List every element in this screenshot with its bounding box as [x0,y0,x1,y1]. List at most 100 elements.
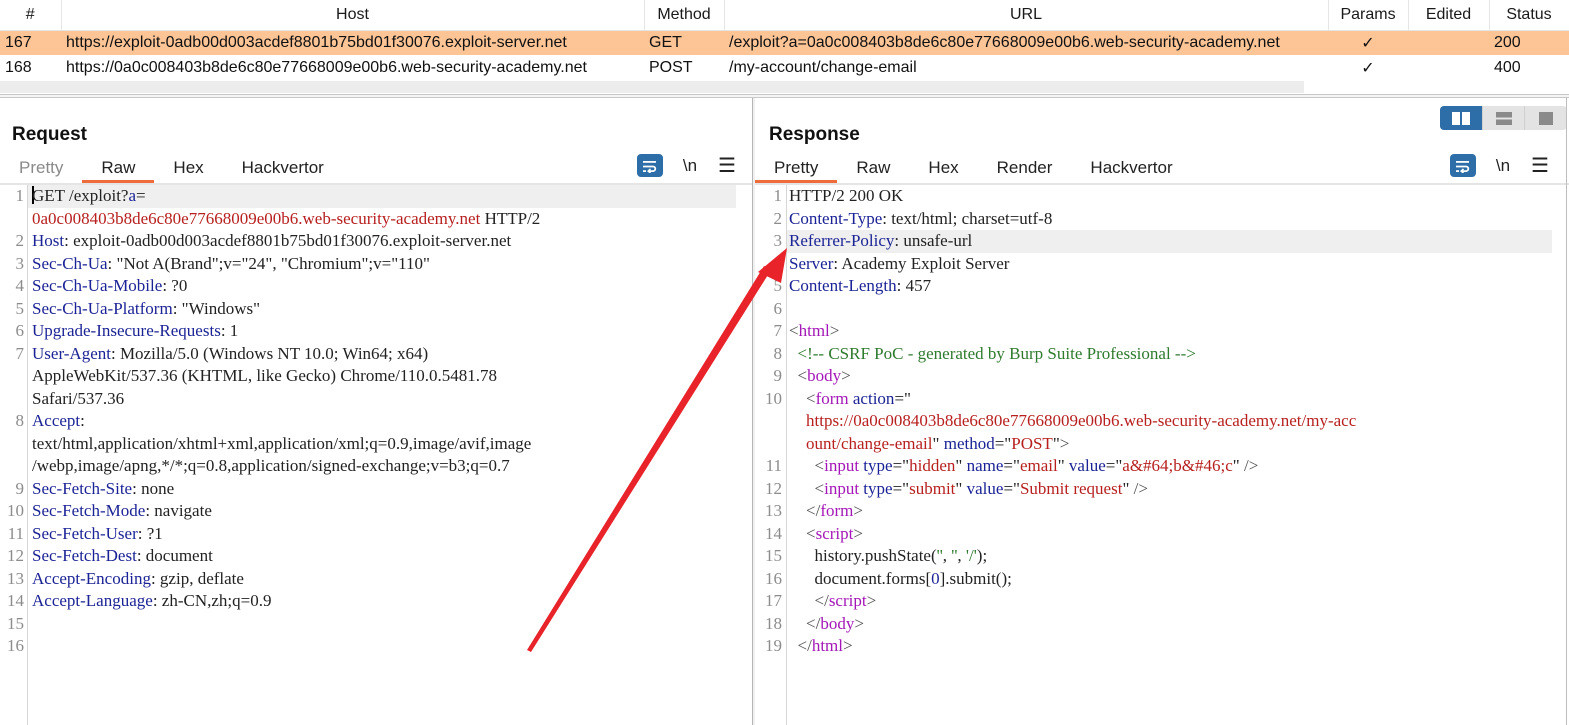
token-tag: script [815,523,854,543]
tab-raw[interactable]: Raw [82,156,155,184]
menu-icon[interactable]: ☰ [717,153,737,178]
col-header-edited[interactable]: Edited [1408,0,1490,31]
token-v: ].submit(); [939,568,1012,588]
token-str: hidden [909,456,956,475]
code-line: 3 Sec-Ch-Ua: "Not A(Brand";v="24", "Chrom… [0,253,752,276]
line-number: 1 [773,186,783,205]
tab-hackvertor[interactable]: Hackvertor [1071,156,1191,184]
tab-pretty[interactable]: Pretty [0,156,82,184]
col-header-url[interactable]: URL [724,0,1329,31]
token-str: email [1019,456,1058,475]
token-br: </ [806,501,821,520]
line-number: 2 [773,208,783,228]
line-content: <html> [789,320,839,343]
token-br: < [814,478,825,498]
layout-side-by-side-button[interactable] [1440,106,1483,130]
token-v [789,524,806,543]
tab-hex[interactable]: Hex [154,156,222,184]
line-content: </form> [789,500,863,523]
token-k: Accept [32,411,81,430]
token-v: : zh-CN,zh;q=0.9 [152,591,272,610]
line-number: 1 [15,186,25,205]
horizontal-scrollbar[interactable] [0,81,1304,93]
layout-single-button[interactable] [1525,106,1567,130]
response-editor[interactable]: 1 HTTP/2 200 OK 2 Content-Type: text/html; … [755,185,1569,725]
line-content: /webp,image/apng,*/*;q=0.8,application/s… [32,455,510,478]
code-line: Safari/537.36 [0,388,752,411]
layout-top-bottom-button[interactable] [1483,106,1526,130]
line-number: 11 [7,523,24,543]
token-tag: body [807,366,842,385]
row-status: 200 [1489,30,1569,55]
token-k: User-Agent [32,343,111,363]
col-header-params[interactable]: Params [1328,0,1409,31]
token-v: HTTP/2 [480,208,541,228]
line-number: 9 [773,366,783,385]
line-content: <input type="submit" value="Submit reque… [789,478,1148,501]
token-v: HTTP/2 200 OK [789,186,904,205]
tab-raw[interactable]: Raw [837,156,909,184]
wrap-lines-button[interactable] [1450,154,1476,177]
row-id: 167 [0,30,61,55]
code-line: 14 <script> [755,523,1569,546]
token-v [789,434,806,453]
token-br: /> [1243,456,1259,475]
menu-icon[interactable]: ☰ [1530,153,1550,178]
line-number: 10 [7,501,24,520]
tab-pretty[interactable]: Pretty [755,156,838,184]
request-editor[interactable]: 1 GET /exploit?a= 0a0c008403b8de6c80e77668… [0,185,752,725]
token-v [789,366,798,385]
line-content: Sec-Fetch-Mode: navigate [32,500,212,523]
token-v: document.forms[ [789,568,932,588]
line-number: 17 [765,591,782,610]
line-content: Sec-Fetch-Dest: document [32,545,213,568]
token-v [789,389,806,408]
history-row[interactable]: 168 https://0a0c008403b8de6c80e77668009e… [0,55,1569,80]
token-v [789,456,815,475]
token-k: Server [789,253,834,273]
line-number: 8 [773,343,783,363]
show-newlines-button[interactable]: \n [679,156,701,176]
tab-hackvertor[interactable]: Hackvertor [223,156,343,184]
token-v: : navigate [145,501,212,520]
line-content: HTTP/2 200 OK [789,185,903,208]
tab-render[interactable]: Render [978,156,1072,184]
response-pane: Response Pretty Raw Hex Render Hackverto… [755,98,1569,725]
token-k: Sec-Fetch-User [32,523,138,543]
row-url: /my-account/change-email [729,58,917,76]
code-line: 13 Accept-Encoding: gzip, deflate [0,568,752,591]
col-header-status[interactable]: Status [1489,0,1569,31]
token-v: " [1052,433,1060,453]
token-v [789,344,798,363]
code-line: 1 GET /exploit?a= [0,185,752,208]
token-k: a [128,186,137,205]
code-line: 11 Sec-Fetch-User: ?1 [0,523,752,546]
code-line: 13 </form> [755,500,1569,523]
line-number: 4 [15,276,25,295]
wrap-lines-button[interactable] [637,154,663,177]
token-k: Host [32,231,65,250]
token-v: : [80,411,85,430]
col-header-method[interactable]: Method [644,0,725,31]
col-header-number[interactable]: # [0,0,62,31]
token-v: " [1122,478,1134,498]
token-k: Sec-Ch-Ua-Platform [32,298,173,318]
line-number: 14 [7,591,24,610]
line-number: 7 [773,321,783,340]
show-newlines-button[interactable]: \n [1492,156,1514,176]
line-content: </script> [789,590,877,613]
line-number: 12 [7,546,24,565]
window-edge [1566,98,1567,725]
token-v [789,636,798,655]
line-content: ount/change-email" method="POST"> [789,433,1069,456]
tab-hex[interactable]: Hex [909,156,977,184]
col-header-host[interactable]: Host [61,0,645,31]
token-br: > [853,501,863,520]
row-host: https://exploit-0adb00d003acdef8801b75bd… [61,30,644,55]
history-row[interactable]: 167 https://exploit-0adb00d003acdef8801b… [0,30,1569,55]
token-v: : gzip, deflate [150,568,244,588]
token-tag: body [820,613,855,633]
code-line: https://0a0c008403b8de6c80e77668009e00b6… [755,410,1569,433]
token-br: </ [797,636,812,655]
token-v: : "Not A(Brand";v="24", "Chromium";v="11… [107,253,430,273]
